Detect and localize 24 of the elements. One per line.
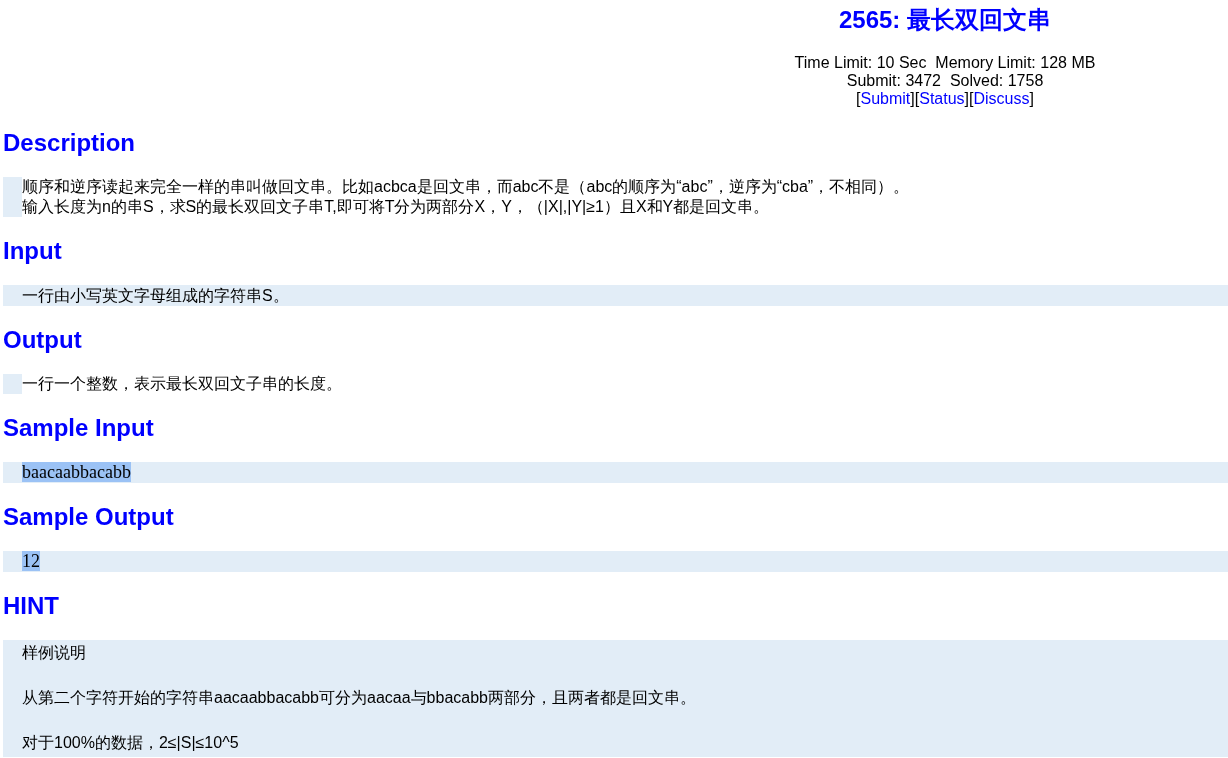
time-memory-limits: Time Limit: 10 Sec Memory Limit: 128 MB <box>793 54 1097 72</box>
problem-link[interactable]: Status <box>919 90 965 107</box>
section-text: 顺序和逆序读起来完全一样的串叫做回文串。比如acbca是回文串，而abc不是（abc的顺序为“abc”，逆序为“cba”，不相同）。 <box>22 177 911 197</box>
problem-title: 2565: 最长双回文串 <box>837 5 1053 34</box>
section-text: 从第二个字符开始的字符串aacaabbacabb可分为aacaa与bbacabb两部分，且两者都是回文串。 <box>22 688 697 708</box>
section-heading: Input <box>3 237 63 265</box>
section-heading: HINT <box>3 592 60 620</box>
problem-link[interactable]: Submit <box>860 90 911 107</box>
section-heading: Output <box>3 326 83 354</box>
problem-link[interactable]: Discuss <box>973 90 1030 107</box>
shaded-margin-strip <box>3 177 22 217</box>
sample-data-text: 12 <box>22 551 40 571</box>
section-heading: Description <box>3 129 137 157</box>
problem-links-line: [Submit][Status][Discuss] <box>855 90 1035 108</box>
section-heading: Sample Input <box>3 414 155 442</box>
sample-data-text: baacaabbacabb <box>22 462 131 482</box>
section-text: 一行由小写英文字母组成的字符串S。 <box>22 286 290 306</box>
section-text: 样例说明 <box>22 643 87 663</box>
section-text: 一行一个整数，表示最长双回文子串的长度。 <box>22 374 343 394</box>
section-text: 对于100%的数据，2≤|S|≤10^5 <box>22 733 240 753</box>
submit-solved-counts: Submit: 3472 Solved: 1758 <box>845 72 1045 90</box>
shaded-margin-strip <box>3 374 22 394</box>
section-text: 输入长度为n的串S，求S的最长双回文子串T,即可将T分为两部分X，Y，（|X|,|Y|≥1）且X和Y都是回文串。 <box>22 197 771 217</box>
section-heading: Sample Output <box>3 503 175 531</box>
